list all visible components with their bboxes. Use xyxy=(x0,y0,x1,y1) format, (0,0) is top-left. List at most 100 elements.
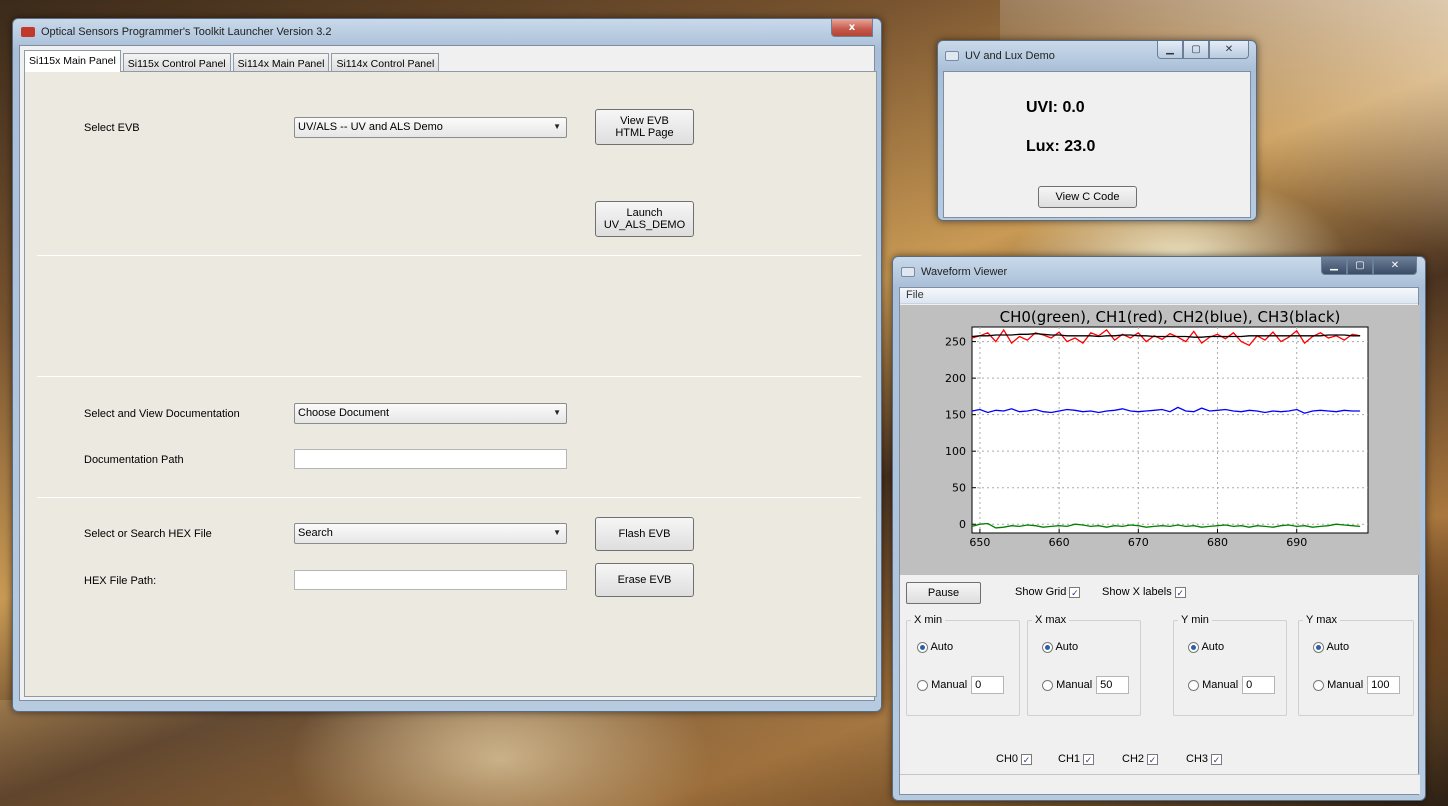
x-min-auto-option[interactable]: Auto xyxy=(917,641,953,653)
x-min-manual-input[interactable]: 0 xyxy=(971,676,1005,694)
uv-lux-title: UV and Lux Demo xyxy=(965,50,1055,62)
y-max-manual-option[interactable]: Manual 100 xyxy=(1313,676,1401,694)
x-tick-label: 660 xyxy=(1049,536,1070,549)
radio-unselected[interactable] xyxy=(917,679,928,691)
radio-unselected[interactable] xyxy=(1042,679,1053,691)
ch2-checkbox[interactable]: ✓ xyxy=(1147,753,1159,765)
ch3-toggle[interactable]: CH3 ✓ xyxy=(1186,753,1223,765)
main-tab-page: Select EVB UV/ALS -- UV and ALS Demo ▼ V… xyxy=(24,71,877,697)
flash-evb-button[interactable]: Flash EVB xyxy=(595,517,694,551)
tab-si114x-main[interactable]: Si114x Main Panel xyxy=(232,53,330,72)
tab-si114x-control[interactable]: Si114x Control Panel xyxy=(331,53,440,72)
y-max-group: Y max Auto Manual 100 xyxy=(1298,614,1414,716)
launcher-title: Optical Sensors Programmer's Toolkit Lau… xyxy=(41,26,332,38)
show-x-labels-checkbox[interactable]: ✓ xyxy=(1174,586,1186,598)
show-grid-toggle[interactable]: Show Grid ✓ xyxy=(1015,586,1081,598)
x-min-manual-option[interactable]: Manual 0 xyxy=(917,676,1005,694)
y-min-auto-option[interactable]: Auto xyxy=(1188,641,1224,653)
radio-selected[interactable] xyxy=(1042,641,1053,653)
ch3-checkbox[interactable]: ✓ xyxy=(1211,753,1223,765)
select-evb-combo[interactable]: UV/ALS -- UV and ALS Demo ▼ xyxy=(294,117,567,138)
documentation-value: Choose Document xyxy=(298,407,390,419)
view-evb-line1: View EVB xyxy=(620,115,669,127)
y-tick-label: 150 xyxy=(945,409,966,422)
maximize-icon: ▢ xyxy=(1191,44,1201,55)
ch0-checkbox[interactable]: ✓ xyxy=(1021,753,1033,765)
select-evb-label: Select EVB xyxy=(84,122,140,134)
status-bar xyxy=(900,774,1420,794)
chart-title: CH0(green), CH1(red), CH2(blue), CH3(bla… xyxy=(1000,308,1341,326)
waveform-client: File CH0(green), CH1(red), CH2(blue), CH… xyxy=(899,287,1420,795)
ch1-label: CH1 xyxy=(1058,753,1081,765)
hex-path-input[interactable] xyxy=(294,570,567,590)
launcher-titlebar[interactable]: Optical Sensors Programmer's Toolkit Lau… xyxy=(19,19,875,45)
launch-line1: Launch xyxy=(626,207,663,219)
radio-selected[interactable] xyxy=(1313,641,1324,653)
minimize-button[interactable]: ▁ xyxy=(1321,257,1347,275)
y-max-manual-input[interactable]: 100 xyxy=(1367,676,1401,694)
close-icon: ✕ xyxy=(1224,44,1234,55)
view-c-code-button[interactable]: View C Code xyxy=(1038,186,1137,208)
launcher-app-icon xyxy=(21,27,35,37)
maximize-button[interactable]: ▢ xyxy=(1347,257,1373,275)
hex-file-label: Select or Search HEX File xyxy=(84,528,212,540)
chevron-down-icon: ▼ xyxy=(553,408,561,417)
x-min-auto-label: Auto xyxy=(930,641,954,653)
y-min-manual-input[interactable]: 0 xyxy=(1242,676,1276,694)
x-max-group: X max Auto Manual 50 xyxy=(1027,614,1141,716)
y-tick-label: 200 xyxy=(945,372,966,385)
show-grid-checkbox[interactable]: ✓ xyxy=(1069,586,1081,598)
ch1-checkbox[interactable]: ✓ xyxy=(1083,753,1095,765)
close-button[interactable]: ✕ xyxy=(1373,257,1417,275)
ch1-toggle[interactable]: CH1 ✓ xyxy=(1058,753,1095,765)
erase-evb-button[interactable]: Erase EVB xyxy=(595,563,694,597)
waveform-title: Waveform Viewer xyxy=(921,266,1008,278)
uv-lux-titlebar[interactable]: UV and Lux Demo ▁ ▢ ✕ xyxy=(943,41,1251,71)
documentation-path-input[interactable] xyxy=(294,449,567,469)
launcher-window: Optical Sensors Programmer's Toolkit Lau… xyxy=(12,18,882,712)
minimize-button[interactable]: ▁ xyxy=(1157,41,1183,59)
radio-selected[interactable] xyxy=(1188,641,1199,653)
x-max-title: X max xyxy=(1032,614,1070,626)
menubar: File xyxy=(900,288,1418,304)
pause-button[interactable]: Pause xyxy=(906,582,981,604)
radio-unselected[interactable] xyxy=(1188,679,1199,691)
y-min-group: Y min Auto Manual 0 xyxy=(1173,614,1287,716)
ch0-toggle[interactable]: CH0 ✓ xyxy=(996,753,1033,765)
radio-unselected[interactable] xyxy=(1313,679,1324,691)
x-tick-label: 690 xyxy=(1286,536,1307,549)
y-max-auto-option[interactable]: Auto xyxy=(1313,641,1349,653)
waveform-titlebar[interactable]: Waveform Viewer ▁ ▢ ✕ xyxy=(899,257,1419,287)
x-tick-label: 650 xyxy=(969,536,990,549)
documentation-combo[interactable]: Choose Document ▼ xyxy=(294,403,567,424)
y-max-manual-label: Manual xyxy=(1327,678,1364,691)
launcher-client: Si115x Main Panel Si115x Control Panel S… xyxy=(19,45,877,701)
documentation-path-label: Documentation Path xyxy=(84,454,184,466)
y-tick-label: 50 xyxy=(952,482,966,495)
plot-background xyxy=(971,326,1369,534)
separator xyxy=(37,376,861,377)
close-button[interactable]: ✕ xyxy=(1209,41,1249,59)
radio-selected[interactable] xyxy=(917,641,928,653)
launch-demo-button[interactable]: Launch UV_ALS_DEMO xyxy=(595,201,694,237)
maximize-button[interactable]: ▢ xyxy=(1183,41,1209,59)
hex-file-value: Search xyxy=(298,527,333,539)
show-grid-label: Show Grid xyxy=(1015,586,1067,598)
tab-si115x-main[interactable]: Si115x Main Panel xyxy=(24,50,121,72)
hex-file-combo[interactable]: Search ▼ xyxy=(294,523,567,544)
menu-file[interactable]: File xyxy=(906,289,924,301)
ch2-toggle[interactable]: CH2 ✓ xyxy=(1122,753,1159,765)
x-max-manual-option[interactable]: Manual 50 xyxy=(1042,676,1130,694)
x-max-auto-option[interactable]: Auto xyxy=(1042,641,1078,653)
x-tick-label: 670 xyxy=(1128,536,1149,549)
y-min-manual-option[interactable]: Manual 0 xyxy=(1188,676,1276,694)
x-max-manual-input[interactable]: 50 xyxy=(1096,676,1130,694)
tab-si115x-control[interactable]: Si115x Control Panel xyxy=(122,53,231,72)
window-icon xyxy=(901,267,915,277)
view-evb-html-button[interactable]: View EVB HTML Page xyxy=(595,109,694,145)
launcher-close-button[interactable]: x xyxy=(831,19,873,37)
ch0-label: CH0 xyxy=(996,753,1019,765)
y-max-title: Y max xyxy=(1303,614,1340,626)
show-x-labels-toggle[interactable]: Show X labels ✓ xyxy=(1102,586,1186,598)
waveform-chart: CH0(green), CH1(red), CH2(blue), CH3(bla… xyxy=(945,308,1369,549)
